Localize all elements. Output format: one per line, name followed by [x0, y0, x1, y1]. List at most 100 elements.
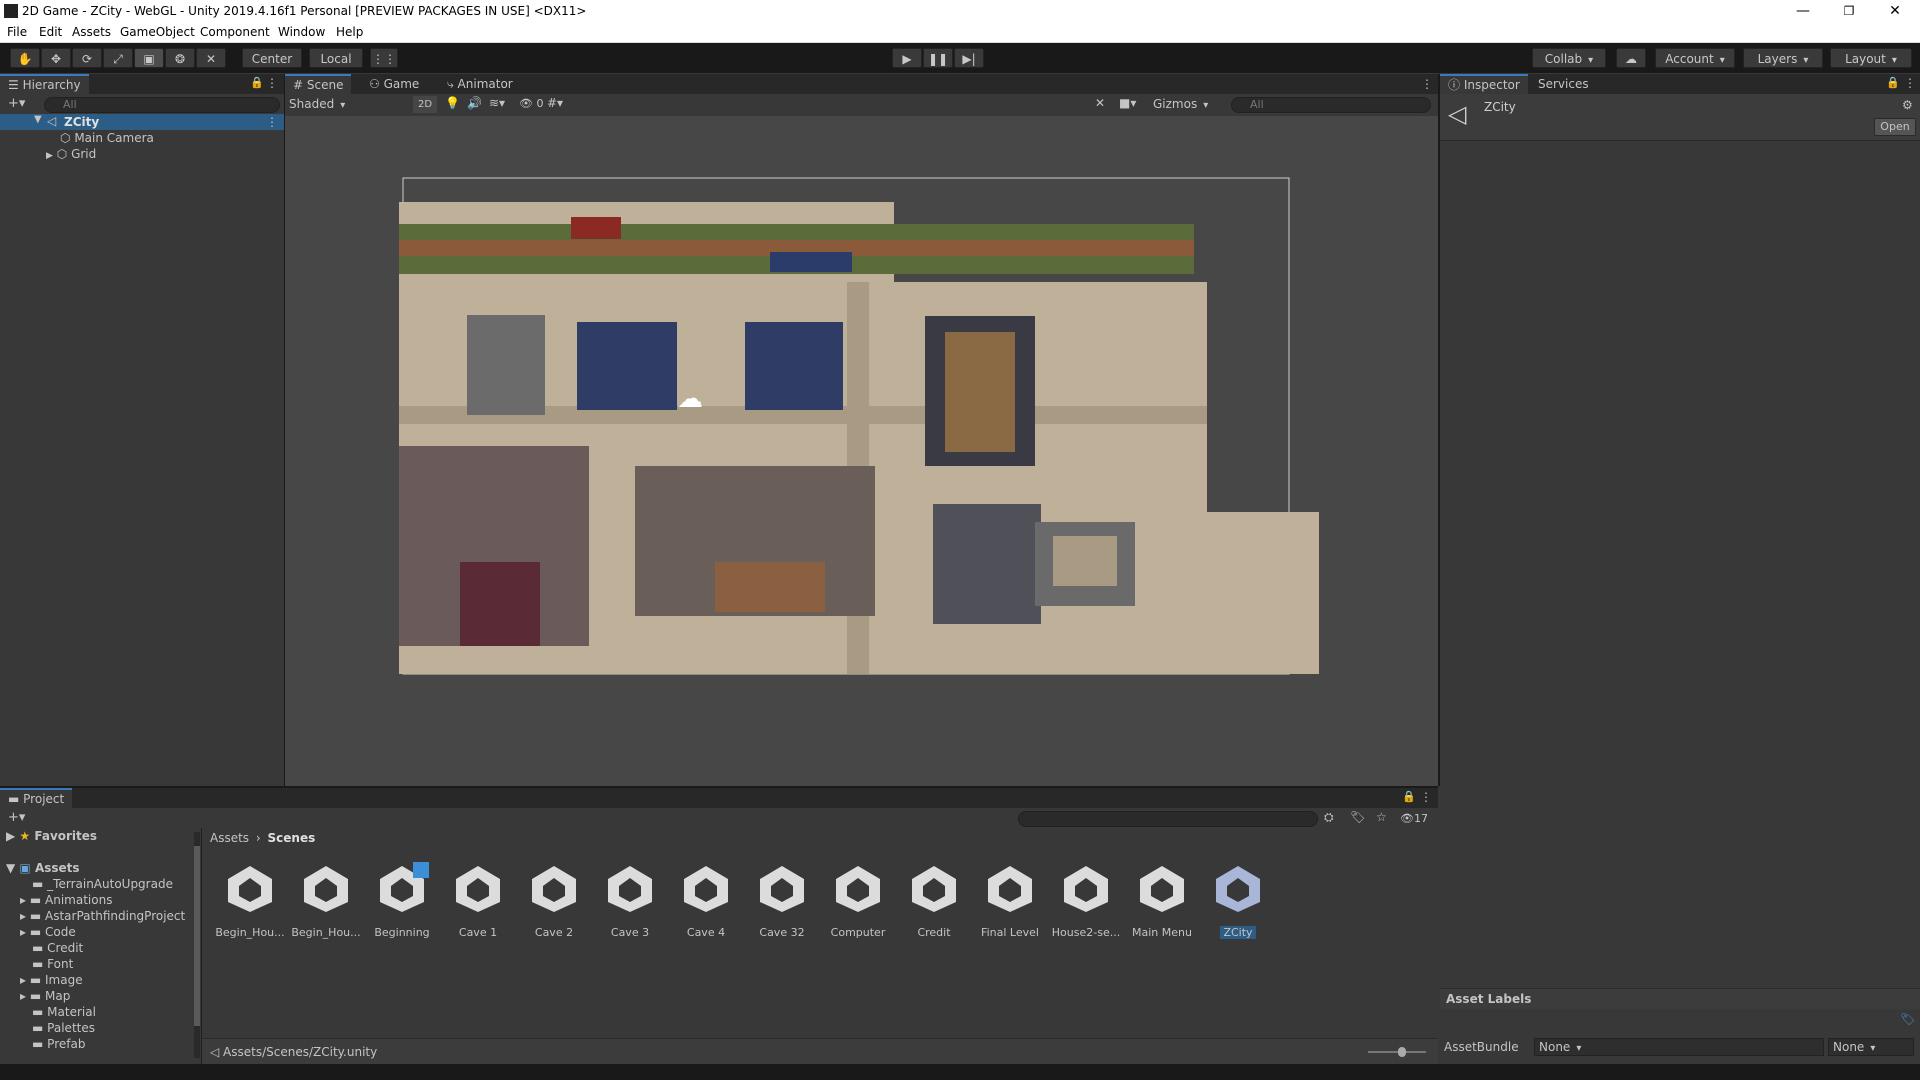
menu-edit[interactable]: Edit [39, 25, 62, 39]
rotate-tool-button[interactable]: ⟳ [72, 48, 102, 68]
expand-arrow-icon[interactable]: ▶ [46, 151, 53, 161]
folder-item[interactable]: ▸ ▬ AstarPathfindingProject [20, 908, 185, 924]
menu-assets[interactable]: Assets [72, 25, 111, 39]
folder-item[interactable]: ▬ _TerrainAutoUpgrade [32, 876, 173, 892]
close-button[interactable]: ✕ [1872, 0, 1918, 22]
scene-search-input[interactable]: All [1231, 97, 1431, 113]
scene-viewport[interactable]: ☁ [285, 116, 1438, 786]
cloud-button[interactable]: ☁ [1616, 48, 1646, 68]
shading-mode-dropdown[interactable]: Shaded [289, 97, 403, 111]
asset-bundle-variant-dropdown[interactable]: None [1828, 1038, 1914, 1056]
project-search-input[interactable] [1018, 811, 1318, 827]
assets-root[interactable]: ▼ ▣ Assets [6, 860, 80, 876]
effects-toggle-icon[interactable]: ≋▾ [489, 96, 505, 110]
folder-item[interactable]: ▸ ▬ Image [20, 972, 83, 988]
tab-inspector[interactable]: ⓘ Inspector [1440, 74, 1528, 94]
folder-item[interactable]: ▬ Font [32, 956, 73, 972]
pause-button[interactable]: ❚❚ [923, 48, 953, 68]
tree-scrollbar[interactable] [194, 832, 200, 1058]
tab-project[interactable]: ▬ Project [0, 788, 73, 808]
scene-asset[interactable]: Cave 1 [440, 862, 516, 939]
panel-menu-icon[interactable]: ⋮ [1420, 790, 1432, 804]
scene-asset[interactable]: Cave 4 [668, 862, 744, 939]
grid-snap-button[interactable]: ⋮⋮ [370, 48, 398, 68]
create-add-button[interactable]: +▾ [8, 96, 25, 111]
layout-dropdown[interactable]: Layout [1830, 48, 1912, 68]
scene-asset[interactable]: House2-se... [1048, 862, 1124, 939]
custom-tool-button[interactable]: ✕ [196, 48, 226, 68]
layers-dropdown[interactable]: Layers [1743, 48, 1823, 68]
camera-settings-icon[interactable]: ■▾ [1119, 96, 1136, 110]
create-asset-button[interactable]: +▾ [8, 810, 25, 825]
scene-asset[interactable]: Begin_Hou... [288, 862, 364, 939]
hand-tool-button[interactable]: ✋ [10, 48, 40, 68]
settings-gear-icon[interactable]: ⚙ [1902, 98, 1913, 112]
folder-item[interactable]: ▬ Palettes [32, 1020, 95, 1036]
scale-tool-button[interactable]: ⤢ [103, 48, 133, 68]
open-button[interactable]: Open [1874, 118, 1916, 136]
tab-game[interactable]: ⚇ Game [361, 74, 427, 94]
tools-icon[interactable]: ✕ [1095, 96, 1105, 110]
tab-animator[interactable]: ⤷ Animator [439, 74, 521, 94]
lock-icon[interactable]: 🔒 [1402, 790, 1416, 803]
panel-menu-icon[interactable]: ⋮ [1904, 76, 1916, 90]
menu-gameobject[interactable]: GameObject [120, 25, 195, 39]
scene-asset[interactable]: Cave 3 [592, 862, 668, 939]
hidden-packages-counter[interactable]: 👁17 [1400, 812, 1428, 825]
hierarchy-item-main-camera[interactable]: ⬡ Main Camera [60, 130, 154, 146]
favorites-section[interactable]: ▶ ★ Favorites [6, 828, 97, 844]
menu-window[interactable]: Window [278, 25, 325, 39]
scene-asset[interactable]: Beginning [364, 862, 440, 939]
folder-item[interactable]: ▬ Credit [32, 940, 83, 956]
scene-asset[interactable]: Final Level [972, 862, 1048, 939]
scene-asset[interactable]: Cave 2 [516, 862, 592, 939]
asset-bundle-dropdown[interactable]: None [1534, 1038, 1824, 1056]
filter-by-label-icon[interactable]: 🏷 [1350, 810, 1365, 824]
folder-item[interactable]: ▸ ▬ Code [20, 924, 76, 940]
folder-item[interactable]: ▸ ▬ Map [20, 988, 70, 1004]
tab-services[interactable]: Services [1530, 74, 1597, 94]
move-tool-button[interactable]: ✥ [41, 48, 71, 68]
tab-hierarchy[interactable]: ☰ Hierarchy [0, 74, 89, 94]
label-tag-icon[interactable]: 🏷 [1900, 1012, 1915, 1026]
step-button[interactable]: ▶| [954, 48, 984, 68]
folder-item[interactable]: ▬ Prefab [32, 1036, 85, 1052]
2d-mode-toggle[interactable]: 2D [413, 96, 437, 113]
scene-menu-icon[interactable]: ⋮ [266, 115, 278, 129]
grid-toggle-icon[interactable]: #▾ [547, 96, 563, 110]
maximize-button[interactable]: ❐ [1826, 0, 1872, 22]
scene-asset[interactable]: Begin_Hou... [212, 862, 288, 939]
folder-item[interactable]: ▬ Material [32, 1004, 96, 1020]
hierarchy-scene-row[interactable]: ▼ ◁ ZCity ⋮ [0, 114, 284, 130]
pivot-mode-toggle[interactable]: Center [242, 48, 302, 68]
breadcrumb-scenes[interactable]: Scenes [268, 831, 316, 845]
tab-scene[interactable]: # Scene [285, 74, 352, 94]
filter-by-type-icon[interactable]: ⛭ [1324, 810, 1334, 825]
folder-item[interactable]: ▸ ▬ Animations [20, 892, 112, 908]
lock-icon[interactable]: 🔒 [250, 76, 264, 89]
scene-asset[interactable]: Computer [820, 862, 896, 939]
hierarchy-search-input[interactable]: All [44, 97, 280, 113]
scene-asset[interactable]: Credit [896, 862, 972, 939]
panel-menu-icon[interactable]: ⋮ [266, 76, 278, 90]
audio-toggle-icon[interactable]: 🔊 [467, 96, 482, 110]
collab-dropdown[interactable]: Collab [1532, 48, 1606, 68]
expand-arrow-icon[interactable]: ▼ [34, 114, 42, 125]
minimize-button[interactable]: — [1780, 0, 1826, 22]
menu-help[interactable]: Help [336, 25, 363, 39]
scene-asset[interactable]: Main Menu [1124, 862, 1200, 939]
pivot-rotation-toggle[interactable]: Local [309, 48, 363, 68]
account-dropdown[interactable]: Account [1655, 48, 1735, 68]
play-button[interactable]: ▶ [892, 48, 922, 68]
rect-tool-button[interactable]: ▣ [134, 48, 164, 68]
breadcrumb-assets[interactable]: Assets [210, 831, 249, 845]
lock-icon[interactable]: 🔒 [1886, 76, 1900, 89]
menu-component[interactable]: Component [200, 25, 270, 39]
hierarchy-item-grid[interactable]: ▶ ⬡ Grid [46, 146, 96, 162]
scene-panel-menu-icon[interactable]: ⋮ [1421, 77, 1433, 91]
hidden-objects-counter[interactable]: 👁 0 [519, 97, 543, 110]
scene-asset[interactable]: Cave 32 [744, 862, 820, 939]
lighting-toggle-icon[interactable]: 💡 [445, 96, 460, 110]
scene-asset-selected[interactable]: ZCity [1200, 862, 1276, 942]
gizmos-dropdown[interactable]: Gizmos [1153, 97, 1208, 111]
